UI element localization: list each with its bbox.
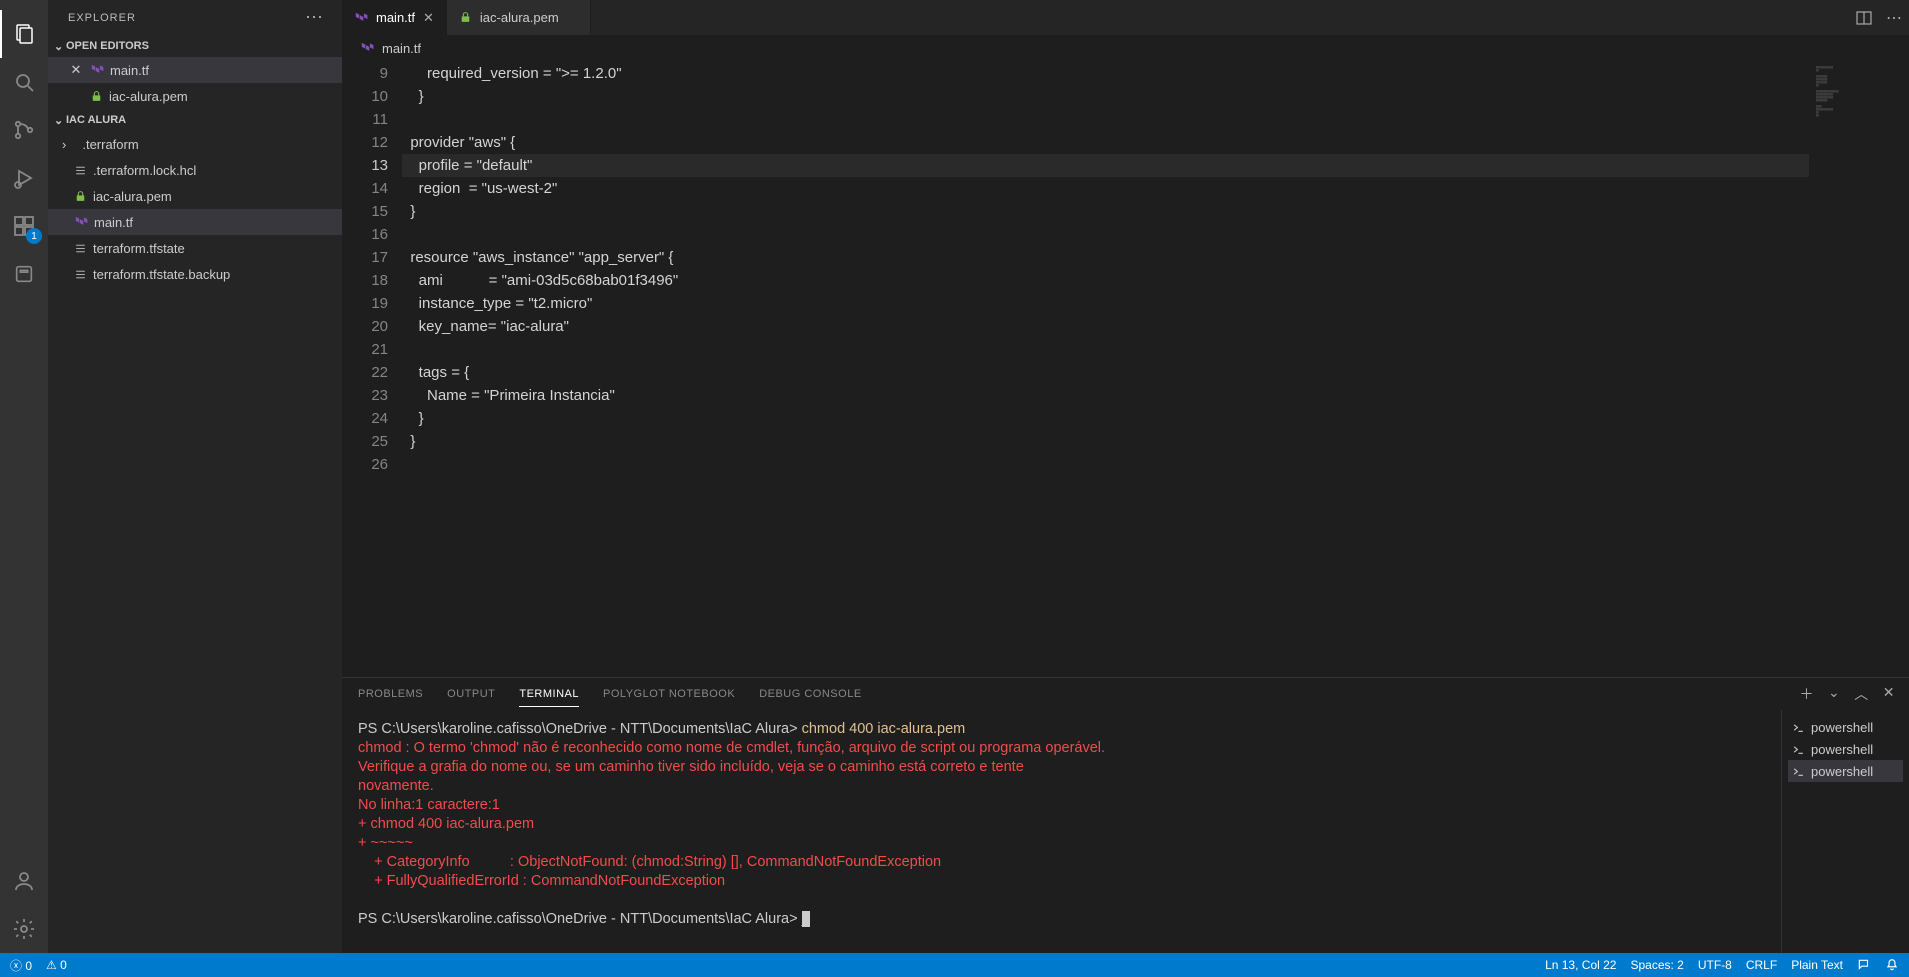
panel-tabs: PROBLEMS OUTPUT TERMINAL POLYGLOT NOTEBOOK D… <box>342 678 1909 710</box>
extensions-icon[interactable]: 1 <box>0 202 48 250</box>
new-terminal-icon[interactable]: ＋ <box>1800 684 1815 704</box>
explorer-header: EXPLORER ⋯ <box>48 0 342 35</box>
eol-status[interactable]: CRLF <box>1746 958 1777 972</box>
terminal-list-item[interactable]: powershell <box>1788 760 1903 782</box>
panel-tab[interactable]: OUTPUT <box>447 682 495 706</box>
file-tree-item[interactable]: iac-alura.pem <box>48 183 342 209</box>
terminal-icon <box>1792 743 1805 756</box>
remote-icon[interactable] <box>0 250 48 298</box>
open-editors-label: OPEN EDITORS <box>66 40 149 52</box>
errors-status[interactable]: ⓧ 0 <box>10 957 32 974</box>
tf-icon <box>360 41 374 55</box>
file-name: .terraform.lock.hcl <box>93 163 196 178</box>
line-numbers: 91011121314151617181920212223242526 <box>342 61 402 677</box>
file-name: .terraform <box>82 137 138 152</box>
explorer-sidebar: EXPLORER ⋯ ⌄OPEN EDITORS ✕ main.tf iac-alu… <box>48 0 342 953</box>
maximize-panel-icon[interactable]: ︿ <box>1854 684 1869 704</box>
code-editor[interactable]: required_version = ">= 1.2.0" } provider… <box>402 61 1809 677</box>
file-name: terraform.tfstate <box>93 241 185 256</box>
terminal-list-item[interactable]: powershell <box>1788 738 1903 760</box>
language-status[interactable]: Plain Text <box>1791 958 1843 972</box>
file-name: terraform.tfstate.backup <box>93 267 230 282</box>
close-icon[interactable]: ✕ <box>68 62 84 78</box>
tab-label: iac-alura.pem <box>480 10 559 25</box>
run-debug-icon[interactable] <box>0 154 48 202</box>
source-control-icon[interactable] <box>0 106 48 154</box>
explorer-title: EXPLORER <box>68 12 136 24</box>
open-editor-item[interactable]: iac-alura.pem <box>48 83 342 109</box>
project-name: IAC ALURA <box>66 114 126 126</box>
notifications-icon[interactable] <box>1885 958 1899 972</box>
panel-tab[interactable]: TERMINAL <box>519 682 579 707</box>
terminal-icon <box>1792 721 1805 734</box>
bottom-panel: PROBLEMS OUTPUT TERMINAL POLYGLOT NOTEBOOK D… <box>342 677 1909 953</box>
editor-tabs: main.tf ✕ iac-alura.pem✕ ⋯ <box>342 0 1909 35</box>
minimap[interactable]: ████████████████████████████████████████… <box>1809 61 1909 677</box>
search-icon[interactable] <box>0 58 48 106</box>
file-tree-item[interactable]: ›.terraform <box>48 131 342 157</box>
editor-tab[interactable]: iac-alura.pem✕ <box>447 0 591 35</box>
split-editor-icon[interactable] <box>1856 10 1872 26</box>
cursor-position[interactable]: Ln 13, Col 22 <box>1545 958 1616 972</box>
terminal-icon <box>1792 765 1805 778</box>
file-name: iac-alura.pem <box>109 89 188 104</box>
close-tab-icon[interactable]: ✕ <box>423 10 434 26</box>
extensions-badge: 1 <box>26 228 42 244</box>
indent-status[interactable]: Spaces: 2 <box>1630 958 1683 972</box>
file-name: iac-alura.pem <box>93 189 172 204</box>
panel-tab[interactable]: POLYGLOT NOTEBOOK <box>603 682 735 706</box>
warnings-status[interactable]: ⚠ 0 <box>46 958 67 972</box>
account-icon[interactable] <box>0 857 48 905</box>
tab-label: main.tf <box>376 10 415 25</box>
editor-area: main.tf✕iac-alura.pem✕ ⋯ main.tf 9101112… <box>342 0 1909 953</box>
project-section[interactable]: ⌄IAC ALURA <box>48 109 342 131</box>
terminal-list-item[interactable]: powershell <box>1788 716 1903 738</box>
file-tree-item[interactable]: terraform.tfstate.backup <box>48 261 342 287</box>
breadcrumb-label: main.tf <box>382 41 421 56</box>
close-panel-icon[interactable]: ✕ <box>1883 684 1895 704</box>
status-bar: ⓧ 0 ⚠ 0 Ln 13, Col 22 Spaces: 2 UTF-8 CR… <box>0 953 1909 977</box>
feedback-icon[interactable] <box>1857 958 1871 972</box>
terminal-list: powershell powershell powershell <box>1781 710 1909 953</box>
more-tabs-icon[interactable]: ⋯ <box>1886 8 1901 28</box>
file-name: main.tf <box>110 63 149 78</box>
terminal-name: powershell <box>1811 720 1873 735</box>
terminal-name: powershell <box>1811 764 1873 779</box>
breadcrumb[interactable]: main.tf <box>342 35 1909 61</box>
file-tree-item[interactable]: .terraform.lock.hcl <box>48 157 342 183</box>
terminal-output[interactable]: PS C:\Users\karoline.cafisso\OneDrive - … <box>342 710 1781 953</box>
activity-bar: 1 <box>0 0 48 953</box>
encoding-status[interactable]: UTF-8 <box>1698 958 1732 972</box>
settings-gear-icon[interactable] <box>0 905 48 953</box>
explorer-icon[interactable] <box>0 10 48 58</box>
editor-tab[interactable]: main.tf ✕ <box>342 0 447 35</box>
dropdown-icon[interactable]: ⌄ <box>1828 684 1840 704</box>
panel-tab[interactable]: PROBLEMS <box>358 682 423 706</box>
file-name: main.tf <box>94 215 133 230</box>
more-icon[interactable]: ⋯ <box>305 7 322 28</box>
terminal-name: powershell <box>1811 742 1873 757</box>
file-tree-item[interactable]: main.tf <box>48 209 342 235</box>
open-editor-item[interactable]: ✕ main.tf <box>48 57 342 83</box>
open-editors-section[interactable]: ⌄OPEN EDITORS <box>48 35 342 57</box>
panel-tab[interactable]: DEBUG CONSOLE <box>759 682 861 706</box>
file-tree-item[interactable]: terraform.tfstate <box>48 235 342 261</box>
